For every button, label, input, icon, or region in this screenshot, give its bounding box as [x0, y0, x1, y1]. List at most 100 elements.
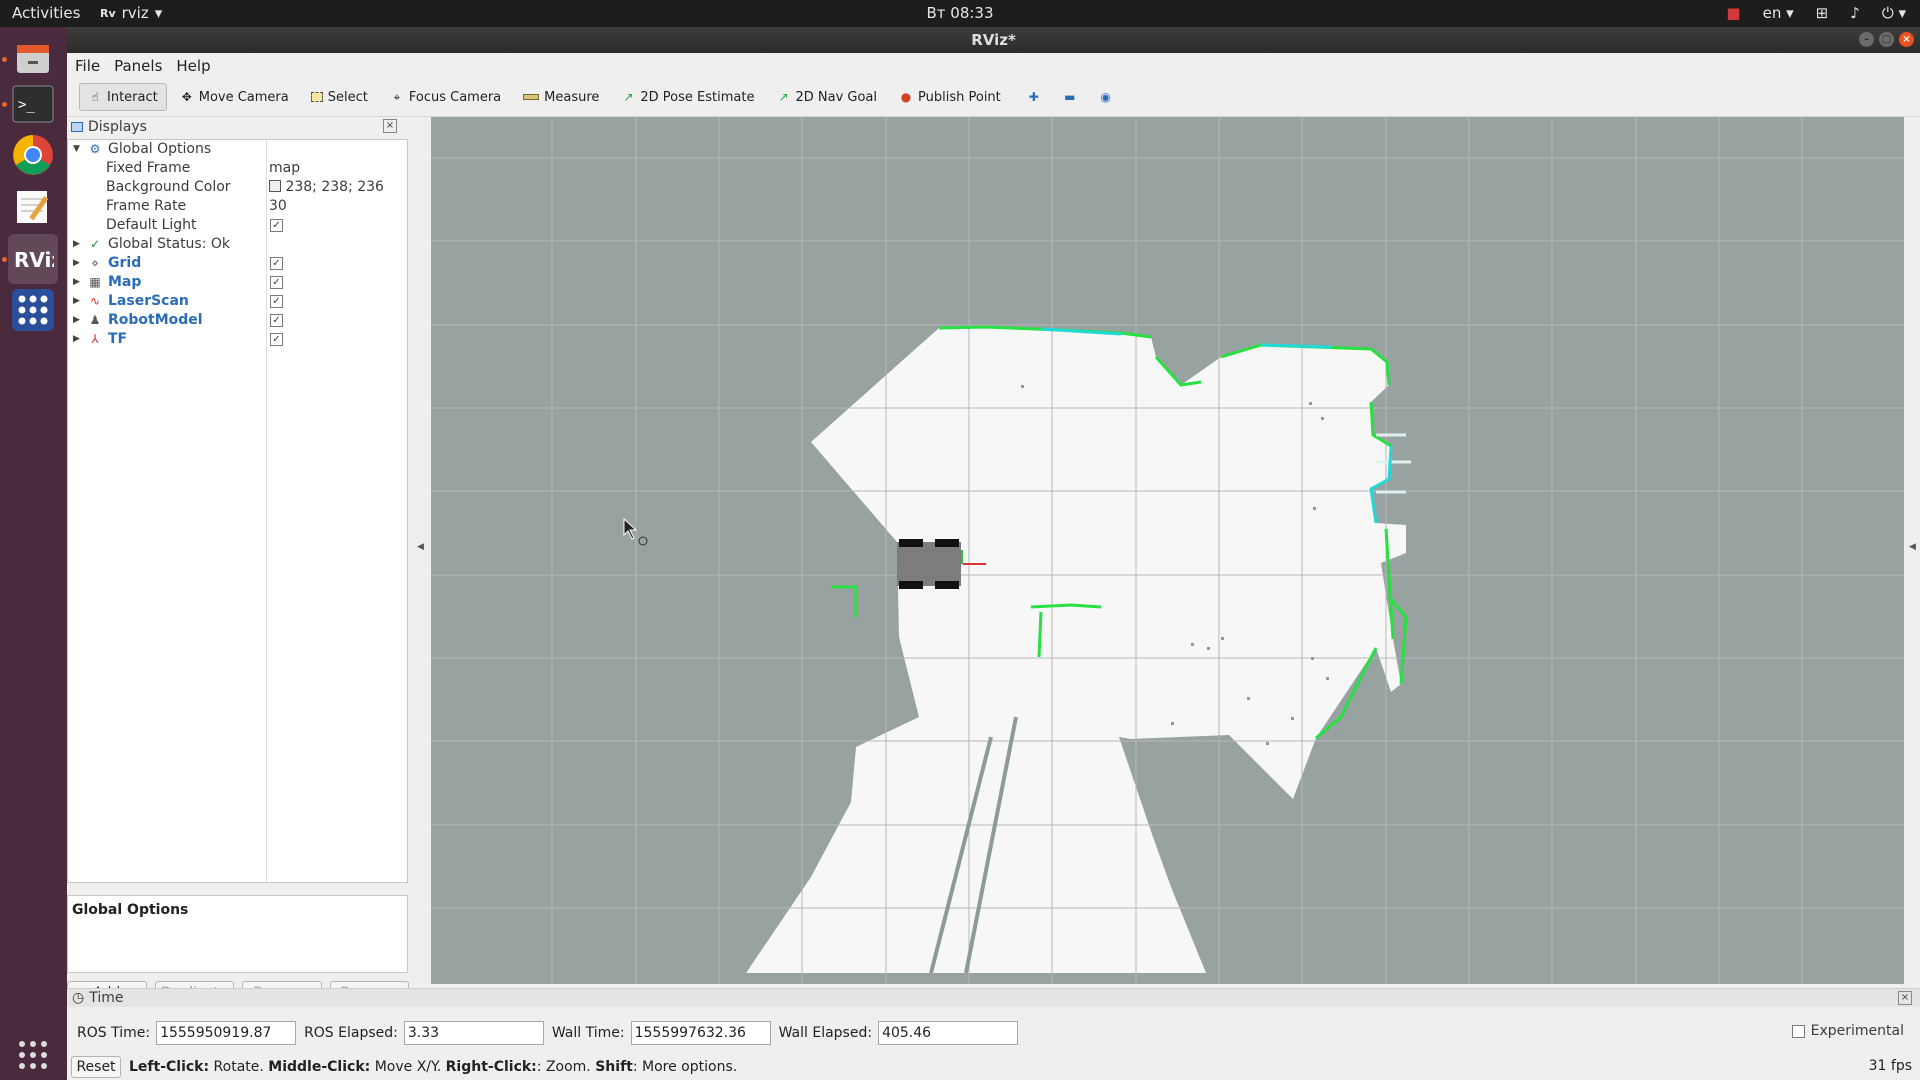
terminal-icon[interactable]: >_ [8, 79, 58, 129]
select-label: Select [327, 89, 368, 105]
property-description: Global Options [67, 895, 408, 973]
window-title: RViz* [971, 31, 1016, 49]
wall-time-label: Wall Time: [551, 1025, 625, 1041]
tree-row-default-light[interactable]: Default Light ✓ [68, 216, 408, 235]
select-tool-button[interactable]: Select [302, 83, 377, 111]
rviz-icon[interactable]: RViz [8, 234, 58, 284]
chrome-icon[interactable] [8, 130, 58, 180]
default-light-label: Default Light [106, 217, 197, 233]
hint-left-click: Left-Click: [129, 1058, 210, 1075]
expanded-arrow-icon[interactable]: ▼ [73, 140, 80, 159]
gear-icon: ⚙ [89, 142, 101, 156]
menu-help[interactable]: Help [176, 57, 210, 75]
measure-label: Measure [544, 89, 600, 105]
window-titlebar[interactable]: RViz* – □ × [67, 27, 1920, 53]
hint-shift-action: : More options. [632, 1058, 738, 1075]
tree-row-robotmodel[interactable]: ▶ ♟ RobotModel ✓ [68, 311, 408, 330]
menu-panels[interactable]: Panels [114, 57, 162, 75]
default-light-checkbox[interactable]: ✓ [270, 219, 283, 232]
remove-tool-button[interactable]: ▬ [1054, 83, 1086, 111]
file-cabinet-icon[interactable] [8, 34, 58, 84]
measure-tool-button[interactable]: Measure [514, 83, 608, 111]
experimental-checkbox[interactable] [1791, 1024, 1805, 1038]
close-button[interactable]: × [1899, 32, 1914, 47]
collapse-left-panel-icon[interactable]: ◀ [417, 542, 424, 552]
collapsed-arrow-icon[interactable]: ▶ [73, 311, 80, 330]
tree-row-tf[interactable]: ▶ ⅄ TF ✓ [68, 330, 408, 349]
tree-row-frame-rate[interactable]: Frame Rate 30 [68, 197, 408, 216]
status-bar: Reset Left-Click: Rotate. Middle-Click: … [67, 1053, 1920, 1080]
close-panel-icon[interactable]: × [383, 119, 397, 133]
menubar: File Panels Help [67, 53, 1920, 78]
reset-button[interactable]: Reset [71, 1055, 121, 1078]
time-fields: ROS Time: 1555950919.87 ROS Elapsed: 3.3… [67, 1017, 1920, 1049]
render-viewport[interactable] [431, 117, 1904, 984]
hint-left-action: Rotate. [209, 1058, 269, 1075]
add-tool-button[interactable]: ✚ [1018, 83, 1050, 111]
tf-display-label: TF [108, 331, 128, 347]
focus-crosshair-icon: ⌖ [393, 90, 401, 104]
focus-camera-tool-button[interactable]: ⌖ Focus Camera [381, 83, 510, 111]
ruler-icon [523, 94, 540, 100]
laser-scan-icon: ∿ [89, 294, 101, 308]
maximize-button[interactable]: □ [1879, 32, 1894, 47]
tree-row-map[interactable]: ▶ ▦ Map ✓ [68, 273, 408, 292]
interact-tool-button[interactable]: ☝ Interact [79, 83, 167, 111]
map-enabled-checkbox[interactable]: ✓ [270, 276, 283, 289]
tree-row-laserscan[interactable]: ▶ ∿ LaserScan ✓ [68, 292, 408, 311]
close-time-panel-icon[interactable]: × [1898, 991, 1912, 1005]
tf-enabled-checkbox[interactable]: ✓ [270, 333, 283, 346]
tree-row-grid[interactable]: ▶ ⋄ Grid ✓ [68, 254, 408, 273]
ros-time-field[interactable]: 1555950919.87 [156, 1021, 297, 1045]
background-color-value[interactable]: 238; 238; 236 [269, 178, 384, 197]
collapsed-arrow-icon[interactable]: ▶ [73, 254, 80, 273]
hint-middle-action: Move X/Y. [370, 1058, 446, 1075]
wall-time-field[interactable]: 1555997632.36 [630, 1021, 771, 1045]
minimize-button[interactable]: – [1859, 32, 1874, 47]
tool-properties-button[interactable]: ◉ [1090, 83, 1122, 111]
robotmodel-enabled-checkbox[interactable]: ✓ [270, 314, 283, 327]
svg-text:RViz: RViz [14, 248, 54, 272]
frame-rate-value[interactable]: 30 [269, 197, 287, 216]
clock[interactable]: Вт 08:33 [0, 4, 1920, 22]
ros-elapsed-field[interactable]: 3.33 [403, 1021, 544, 1045]
laserscan-enabled-checkbox[interactable]: ✓ [270, 295, 283, 308]
hint-shift: Shift [595, 1058, 633, 1075]
tree-row-global-status[interactable]: ▶ ✓ Global Status: Ok [68, 235, 408, 254]
volume-icon[interactable]: ♪ [1850, 4, 1860, 22]
collapsed-arrow-icon[interactable]: ▶ [73, 235, 80, 254]
frame-rate-label: Frame Rate [106, 198, 187, 214]
dock: >_ RViz [0, 27, 67, 1080]
experimental-option[interactable]: Experimental [1791, 1023, 1904, 1039]
ros-elapsed-label: ROS Elapsed: [304, 1025, 398, 1041]
move-camera-tool-button[interactable]: ✥ Move Camera [171, 83, 298, 111]
power-icon[interactable]: ⏻ ▾ [1882, 4, 1906, 22]
show-applications-icon[interactable] [8, 1030, 58, 1080]
menu-file[interactable]: File [75, 57, 100, 75]
publish-point-tool-button[interactable]: ● Publish Point [890, 83, 1010, 111]
ros-time-label: ROS Time: [77, 1025, 151, 1041]
status-hint: Left-Click: Rotate. Middle-Click: Move X… [129, 1059, 737, 1075]
tree-row-background-color[interactable]: Background Color 238; 238; 236 [68, 178, 408, 197]
text-editor-icon[interactable] [8, 182, 58, 232]
collapsed-arrow-icon[interactable]: ▶ [73, 273, 80, 292]
tree-row-fixed-frame[interactable]: Fixed Frame map [68, 159, 408, 178]
tree-row-global-options[interactable]: ▼ ⚙ Global Options [68, 140, 408, 159]
network-icon[interactable]: ⊞ [1816, 4, 1829, 22]
apps-grid-icon[interactable] [8, 285, 58, 335]
grid-enabled-checkbox[interactable]: ✓ [270, 257, 283, 270]
collapse-right-panel-icon[interactable]: ◀ [1909, 542, 1916, 552]
map-display-label: Map [108, 274, 142, 290]
robot-icon: ♟ [89, 313, 101, 327]
collapsed-arrow-icon[interactable]: ▶ [73, 292, 80, 311]
move-camera-label: Move Camera [198, 89, 289, 105]
pose-estimate-tool-button[interactable]: ↗ 2D Pose Estimate [612, 83, 763, 111]
collapsed-arrow-icon[interactable]: ▶ [73, 330, 80, 349]
screen-record-icon[interactable]: ■ [1726, 4, 1740, 22]
wall-elapsed-field[interactable]: 405.46 [878, 1021, 1019, 1045]
window-controls: – □ × [1859, 32, 1914, 47]
move-arrows-icon: ✥ [181, 90, 192, 104]
fixed-frame-value[interactable]: map [269, 159, 300, 178]
nav-goal-tool-button[interactable]: ↗ 2D Nav Goal [767, 83, 886, 111]
language-indicator[interactable]: en ▾ [1763, 4, 1794, 22]
